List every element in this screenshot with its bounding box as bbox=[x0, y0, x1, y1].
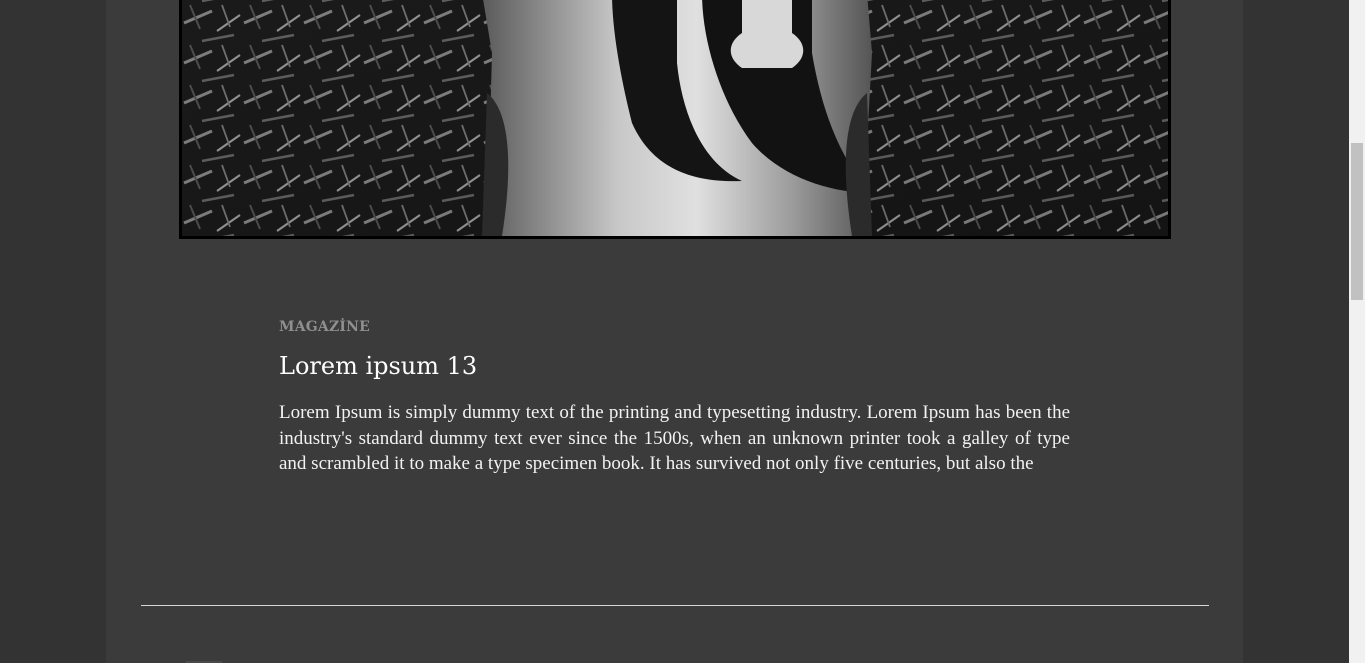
article-title[interactable]: Lorem ipsum 13 bbox=[279, 350, 1070, 382]
scrollbar-thumb[interactable] bbox=[1351, 143, 1363, 300]
article-category[interactable]: MAGAZİNE bbox=[279, 316, 1070, 338]
article-preview: MAGAZİNE Lorem ipsum 13 Lorem Ipsum is s… bbox=[279, 316, 1070, 477]
hero-photo bbox=[182, 0, 1168, 236]
page: MAGAZİNE Lorem ipsum 13 Lorem Ipsum is s… bbox=[0, 0, 1349, 663]
vertical-scrollbar[interactable] bbox=[1349, 0, 1365, 663]
article-excerpt: Lorem Ipsum is simply dummy text of the … bbox=[279, 402, 1070, 474]
hero-image[interactable] bbox=[179, 0, 1171, 239]
section-divider bbox=[141, 605, 1209, 606]
